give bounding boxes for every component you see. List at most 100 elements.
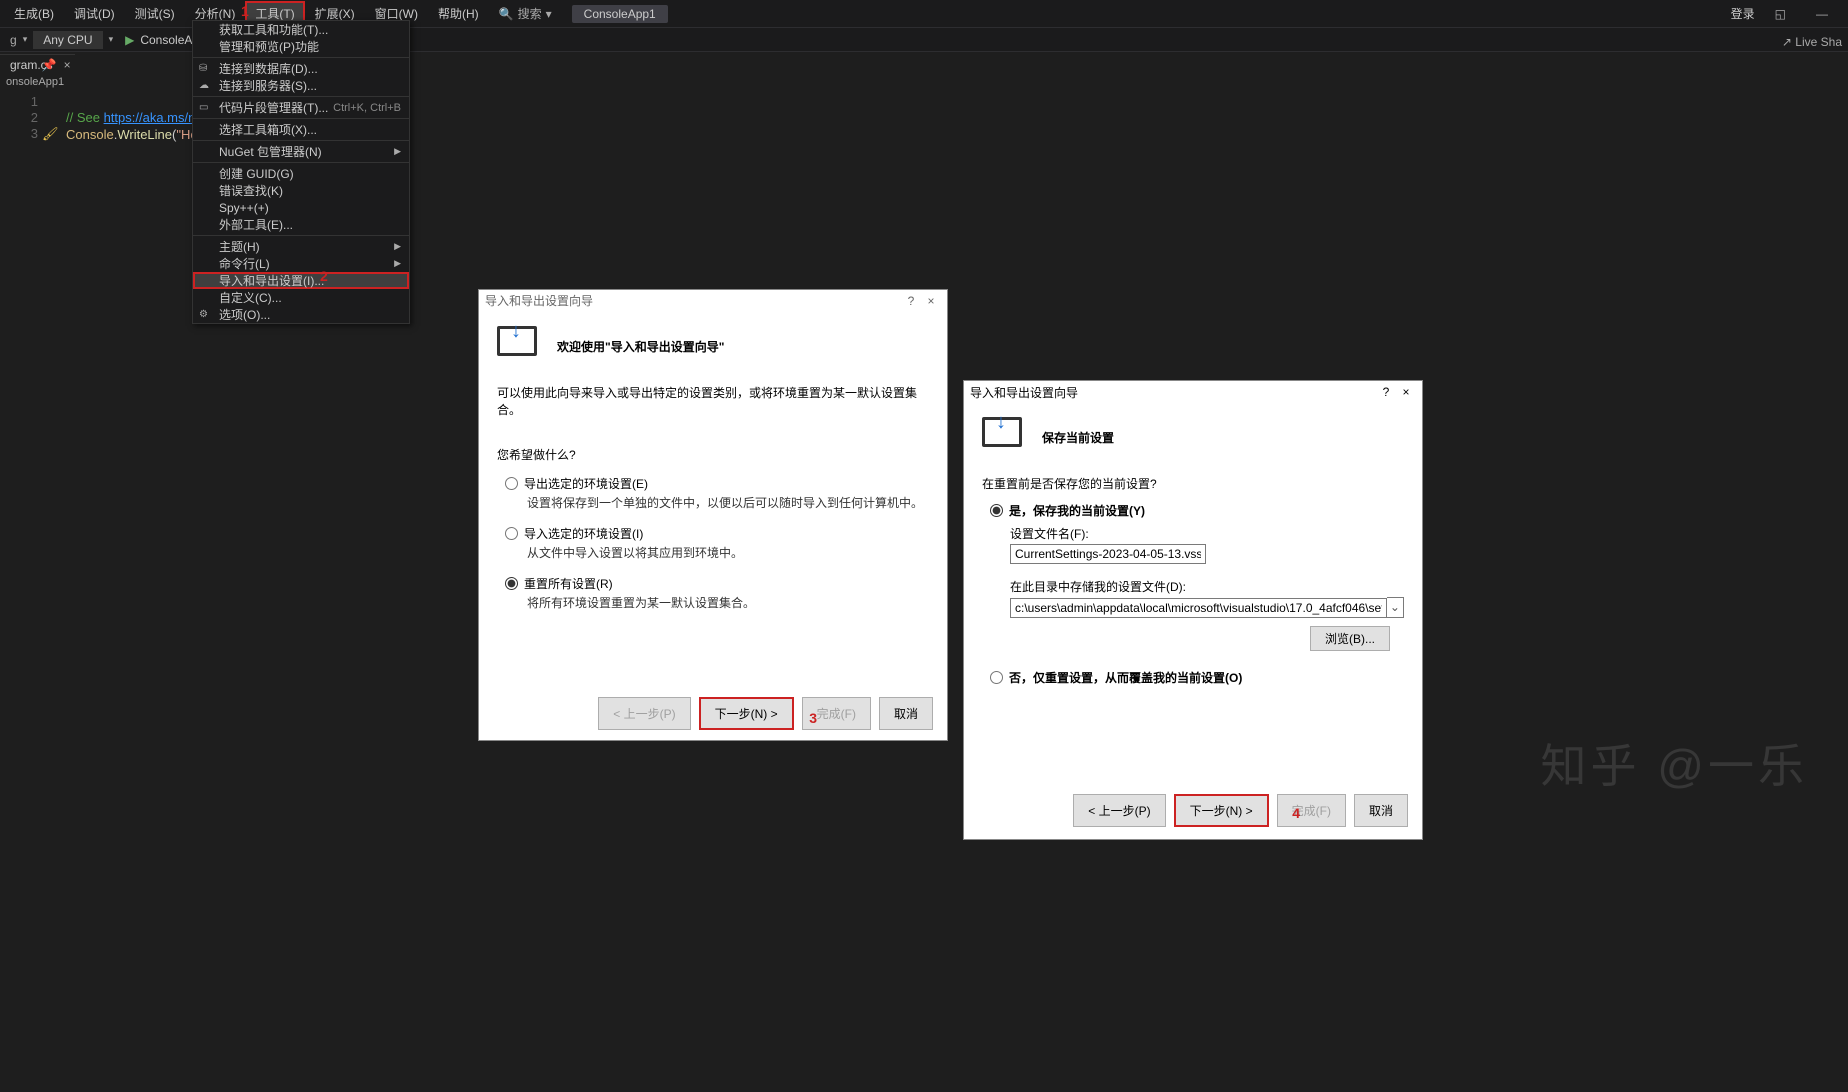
menu-item-label: 创建 GUID(G) [219, 165, 294, 182]
menu-item[interactable]: ▭代码片段管理器(T)...Ctrl+K, Ctrl+B [193, 99, 409, 116]
option-export-desc: 设置将保存到一个单独的文件中，以便以后可以随时导入到任何计算机中。 [527, 494, 929, 511]
menu-item-label: 主题(H) [219, 238, 260, 255]
menu-help[interactable]: 帮助(H) [428, 1, 489, 26]
breadcrumb[interactable]: onsoleApp1 [0, 76, 64, 94]
annotation-2: 2 [320, 268, 328, 284]
wizard-prompt: 您希望做什么? [497, 446, 929, 463]
menu-item[interactable]: ⛁ 连接到数据库(D)... [193, 60, 409, 77]
menu-item[interactable]: 错误查找(K) [193, 182, 409, 199]
account-icon[interactable]: ◱ [1775, 7, 1786, 21]
option-reset-desc: 将所有环境设置重置为某一默认设置集合。 [527, 594, 929, 611]
menu-item[interactable]: 创建 GUID(G) [193, 165, 409, 182]
dialog-titlebar[interactable]: 导入和导出设置向导 ? × [964, 381, 1422, 403]
menu-item-label: 连接到服务器(S)... [219, 77, 317, 94]
wizard-dialog-welcome: 导入和导出设置向导 ? × ↓ 欢迎使用"导入和导出设置向导" 可以使用此向导来… [478, 289, 948, 741]
combo-arrow-icon[interactable]: ⌄ [1387, 597, 1404, 618]
prev-button[interactable]: < 上一步(P) [1073, 794, 1165, 827]
help-button[interactable]: ? [1376, 385, 1396, 399]
code-content[interactable]: // See https://aka.ms/n Console.WriteLin… [66, 94, 203, 160]
help-button[interactable]: ? [901, 294, 921, 308]
wizard-header: 欢迎使用"导入和导出设置向导" [557, 338, 724, 355]
option-import[interactable]: 导入选定的环境设置(I) [505, 525, 929, 542]
close-button[interactable]: × [1396, 385, 1416, 399]
menu-item-label: 选择工具箱项(X)... [219, 121, 317, 138]
dropdown-icon[interactable]: ▾ [109, 34, 114, 45]
liveshare-icon: ↗ [1782, 35, 1792, 49]
menu-item-label: 自定义(C)... [219, 289, 282, 306]
menu-item[interactable]: 主题(H) ▶ [193, 238, 409, 255]
menu-item[interactable]: 选择工具箱项(X)... [193, 121, 409, 138]
menu-item[interactable]: Spy++(+) [193, 199, 409, 216]
menu-item-label: 外部工具(E)... [219, 216, 293, 233]
minimize-button[interactable]: — [1816, 7, 1828, 21]
watermark: 知乎 @一乐 [1541, 730, 1808, 796]
menu-item[interactable]: 获取工具和功能(T)... [193, 21, 409, 38]
wizard-desc: 可以使用此向导来导入或导出特定的设置类别，或将环境重置为某一默认设置集合。 [497, 384, 929, 418]
liveshare-button[interactable]: ↗ Live Sha [1782, 35, 1842, 49]
browse-button[interactable]: 浏览(B)... [1310, 626, 1390, 651]
finish-button[interactable]: 完成(F) [1277, 794, 1346, 827]
cancel-button[interactable]: 取消 [1354, 794, 1408, 827]
filename-input[interactable] [1010, 544, 1206, 564]
platform-selector[interactable]: Any CPU [33, 31, 102, 49]
menu-build[interactable]: 生成(B) [4, 1, 64, 26]
app-name: ConsoleApp1 [572, 5, 668, 23]
menu-item[interactable]: 外部工具(E)... [193, 216, 409, 233]
search-icon[interactable]: 🔍 [499, 7, 514, 21]
run-icon[interactable]: ▶ [125, 33, 134, 47]
menu-item-label: Spy++(+) [219, 201, 269, 215]
login-button[interactable]: 登录 [1731, 5, 1755, 22]
dir-label: 在此目录中存储我的设置文件(D): [1010, 578, 1404, 595]
option-save-no[interactable]: 否，仅重置设置，从而覆盖我的当前设置(O) [990, 669, 1404, 686]
prev-button[interactable]: < 上一步(P) [598, 697, 690, 730]
menu-test[interactable]: 测试(S) [125, 1, 185, 26]
submenu-arrow-icon: ▶ [394, 258, 401, 269]
wizard-icon: ↓ [497, 326, 541, 366]
tab-strip: gram.cs 📌 × [0, 52, 75, 76]
dialog-title: 导入和导出设置向导 [485, 292, 901, 309]
menu-item-label: NuGet 包管理器(N) [219, 143, 322, 160]
wizard-header: 保存当前设置 [1042, 429, 1114, 446]
close-icon[interactable]: × [64, 58, 71, 72]
save-prompt: 在重置前是否保存您的当前设置? [982, 475, 1404, 492]
dialog-titlebar[interactable]: 导入和导出设置向导 ? × [479, 290, 947, 312]
menu-item-label: 获取工具和功能(T)... [219, 21, 328, 38]
menu-item[interactable]: 管理和预览(P)功能 [193, 38, 409, 55]
annotation-4: 4 [1292, 805, 1300, 821]
menu-item-label: 选项(O)... [219, 306, 270, 323]
menu-item[interactable]: 命令行(L) ▶ [193, 255, 409, 272]
menu-item-label: 命令行(L) [219, 255, 270, 272]
file-tab[interactable]: gram.cs 📌 × [0, 54, 75, 75]
menu-debug[interactable]: 调试(D) [64, 1, 125, 26]
menu-item-label: 导入和导出设置(I)... [219, 272, 324, 289]
wizard-icon: ↓ [982, 417, 1026, 457]
toolbar-label: g [10, 33, 17, 47]
next-button[interactable]: 下一步(N) > [1174, 794, 1269, 827]
menu-item[interactable]: ⚙选项(O)... [193, 306, 409, 323]
option-export[interactable]: 导出选定的环境设置(E) [505, 475, 929, 492]
option-reset[interactable]: 重置所有设置(R) [505, 575, 929, 592]
lightbulb-icon[interactable]: 🖌 [42, 126, 59, 142]
submenu-arrow-icon: ▶ [394, 241, 401, 252]
menu-item-label: 代码片段管理器(T)... [219, 99, 328, 116]
dropdown-icon[interactable]: ▾ [23, 34, 28, 45]
search-label[interactable]: 搜索 [518, 5, 542, 22]
menu-item-icon: ⛁ [199, 63, 207, 74]
menu-item[interactable]: 导入和导出设置(I)... [193, 272, 409, 289]
close-button[interactable]: × [921, 294, 941, 308]
pin-icon[interactable]: 📌 [42, 58, 57, 72]
menu-item-label: 连接到数据库(D)... [219, 60, 318, 77]
menu-item-label: 管理和预览(P)功能 [219, 38, 319, 55]
option-save-yes[interactable]: 是，保存我的当前设置(Y) [990, 502, 1404, 519]
next-button[interactable]: 下一步(N) > [699, 697, 794, 730]
wizard-dialog-save: 导入和导出设置向导 ? × ↓ 保存当前设置 在重置前是否保存您的当前设置? 是… [963, 380, 1423, 840]
menu-item[interactable]: 自定义(C)... [193, 289, 409, 306]
option-import-desc: 从文件中导入设置以将其应用到环境中。 [527, 544, 929, 561]
menu-item-icon: ☁ [199, 80, 209, 91]
cancel-button[interactable]: 取消 [879, 697, 933, 730]
search-dropdown-icon[interactable]: ▾ [546, 7, 552, 21]
annotation-3: 3 [809, 710, 817, 726]
menu-item[interactable]: NuGet 包管理器(N)▶ [193, 143, 409, 160]
menu-item[interactable]: ☁ 连接到服务器(S)... [193, 77, 409, 94]
dir-input[interactable] [1010, 598, 1387, 618]
